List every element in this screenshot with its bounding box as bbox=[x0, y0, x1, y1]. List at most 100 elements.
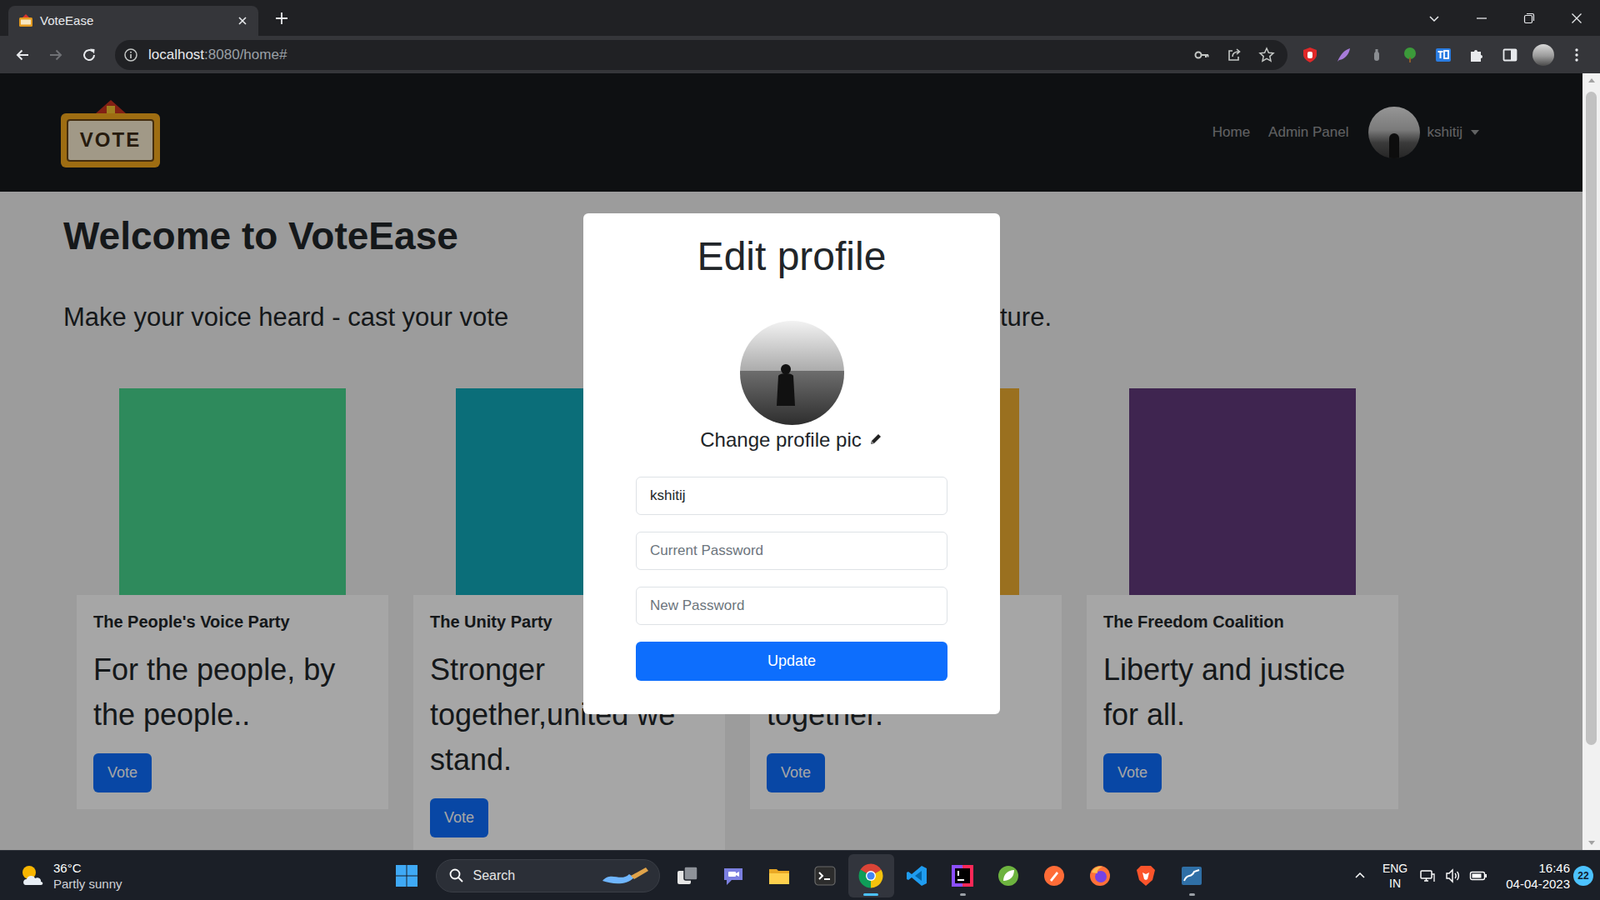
weather-condition: Partly sunny bbox=[53, 875, 123, 892]
windows-logo-icon bbox=[395, 864, 419, 888]
new-tab-button[interactable] bbox=[273, 10, 290, 27]
window-controls bbox=[1410, 0, 1600, 36]
database-workbench-app[interactable] bbox=[1169, 854, 1215, 898]
chrome-app[interactable] bbox=[848, 854, 895, 898]
tree-icon bbox=[1401, 46, 1419, 64]
vscode-app[interactable] bbox=[894, 854, 940, 898]
spring-leaf-icon bbox=[996, 864, 1020, 888]
username-input[interactable] bbox=[635, 476, 948, 515]
terminal-app[interactable] bbox=[802, 854, 849, 898]
reload-icon bbox=[80, 46, 98, 64]
clock-time: 16:46 bbox=[1538, 860, 1570, 876]
chevron-down-icon bbox=[1427, 11, 1441, 25]
browser-tab[interactable]: VoteEase bbox=[8, 5, 259, 36]
terminal-icon bbox=[813, 864, 837, 888]
clock[interactable]: 16:46 04-04-2023 bbox=[1505, 860, 1570, 892]
extension-button[interactable] bbox=[1326, 40, 1360, 70]
chrome-logo-icon bbox=[858, 863, 884, 889]
clock-date: 04-04-2023 bbox=[1505, 875, 1570, 892]
share-button[interactable] bbox=[1217, 42, 1250, 68]
language-code: ENG bbox=[1382, 860, 1408, 876]
extension-button[interactable] bbox=[1293, 40, 1327, 70]
tab-search-button[interactable] bbox=[1410, 0, 1458, 36]
forward-arrow-icon bbox=[47, 46, 65, 64]
system-tray: ENG IN 16:46 04-04-2023 22 bbox=[1215, 859, 1600, 893]
brave-lion-icon bbox=[1134, 864, 1158, 888]
profile-picture[interactable] bbox=[740, 320, 845, 425]
back-button[interactable] bbox=[5, 40, 40, 70]
start-button[interactable] bbox=[385, 855, 428, 897]
close-window-button[interactable] bbox=[1552, 0, 1600, 36]
side-panel-button[interactable] bbox=[1493, 40, 1527, 70]
firefox-app[interactable] bbox=[1077, 854, 1124, 898]
taskbar-center: Search bbox=[385, 854, 1215, 898]
postman-app[interactable] bbox=[1031, 854, 1078, 898]
reload-button[interactable] bbox=[72, 40, 106, 70]
bookmark-button[interactable] bbox=[1250, 42, 1283, 68]
file-explorer-app[interactable] bbox=[756, 854, 803, 898]
restore-icon bbox=[1522, 11, 1536, 25]
feather-icon bbox=[1335, 46, 1352, 64]
new-password-input[interactable] bbox=[635, 586, 948, 625]
language-indicator[interactable]: ENG IN bbox=[1382, 860, 1408, 891]
extensions-button[interactable] bbox=[1460, 40, 1494, 70]
workbench-logo-icon bbox=[1180, 864, 1204, 888]
scroll-thumb[interactable] bbox=[1585, 91, 1597, 745]
tab-strip: VoteEase bbox=[0, 0, 1600, 36]
favicon-icon bbox=[18, 13, 34, 29]
postman-logo-icon bbox=[1042, 864, 1066, 888]
search-box[interactable]: Search bbox=[435, 859, 660, 893]
plus-icon bbox=[274, 10, 290, 26]
blue-card-icon bbox=[1435, 46, 1452, 64]
extension-button[interactable] bbox=[1426, 40, 1460, 70]
forward-button[interactable] bbox=[39, 40, 73, 70]
toolbar: localhost:8080/home# bbox=[0, 35, 1600, 74]
profile-photo-icon bbox=[740, 320, 845, 425]
weather-widget[interactable]: 36°C Partly sunny bbox=[0, 860, 386, 892]
task-view-button[interactable] bbox=[665, 854, 711, 898]
url-host: localhost bbox=[148, 46, 205, 63]
firefox-logo-icon bbox=[1088, 864, 1112, 888]
url-text: localhost:8080/home# bbox=[148, 44, 1185, 66]
up-arrow-icon bbox=[1588, 78, 1595, 83]
address-bar[interactable]: localhost:8080/home# bbox=[115, 40, 1288, 70]
down-arrow-icon bbox=[1588, 840, 1595, 845]
current-password-input[interactable] bbox=[635, 531, 948, 570]
scroll-down-button[interactable] bbox=[1588, 835, 1595, 850]
scrollbar[interactable] bbox=[1582, 73, 1600, 850]
profile-button[interactable] bbox=[1526, 40, 1560, 70]
page-area: VOTE Home Admin Panel kshitij Welcome to… bbox=[0, 73, 1600, 850]
modal-title: Edit profile bbox=[697, 232, 887, 281]
quick-settings[interactable] bbox=[1419, 867, 1488, 885]
update-button[interactable]: Update bbox=[635, 641, 948, 681]
weather-temperature: 36°C bbox=[53, 860, 123, 876]
menu-button[interactable] bbox=[1560, 40, 1594, 70]
pinned-apps bbox=[665, 854, 1215, 898]
close-icon bbox=[1570, 11, 1584, 25]
hidden-icons-button[interactable] bbox=[1347, 859, 1373, 893]
intellij-app[interactable] bbox=[940, 854, 986, 898]
extension-button[interactable] bbox=[1393, 40, 1427, 70]
tab-title: VoteEase bbox=[40, 11, 230, 31]
notification-badge[interactable]: 22 bbox=[1573, 865, 1594, 886]
close-tab-icon[interactable] bbox=[236, 15, 249, 27]
profile-avatar-icon bbox=[1532, 44, 1555, 66]
scroll-up-button[interactable] bbox=[1588, 73, 1595, 88]
back-arrow-icon bbox=[14, 46, 31, 64]
change-picture-link[interactable]: Change profile pic bbox=[700, 427, 883, 452]
chat-app[interactable] bbox=[710, 854, 757, 898]
chat-bubble-icon bbox=[721, 864, 745, 888]
folder-icon bbox=[767, 864, 791, 888]
red-hand-shield-icon bbox=[1301, 46, 1319, 64]
share-icon bbox=[1225, 46, 1243, 64]
passwords-button[interactable] bbox=[1185, 42, 1218, 68]
extension-button[interactable] bbox=[1360, 40, 1394, 70]
brave-app[interactable] bbox=[1123, 854, 1170, 898]
change-picture-label: Change profile pic bbox=[700, 427, 861, 452]
running-indicator bbox=[863, 893, 879, 896]
restore-button[interactable] bbox=[1505, 0, 1553, 36]
edit-profile-modal: Edit profile Change profile pic Update bbox=[583, 213, 1000, 715]
spring-app[interactable] bbox=[985, 854, 1032, 898]
notification-count: 22 bbox=[1577, 868, 1589, 884]
minimize-button[interactable] bbox=[1457, 0, 1505, 36]
